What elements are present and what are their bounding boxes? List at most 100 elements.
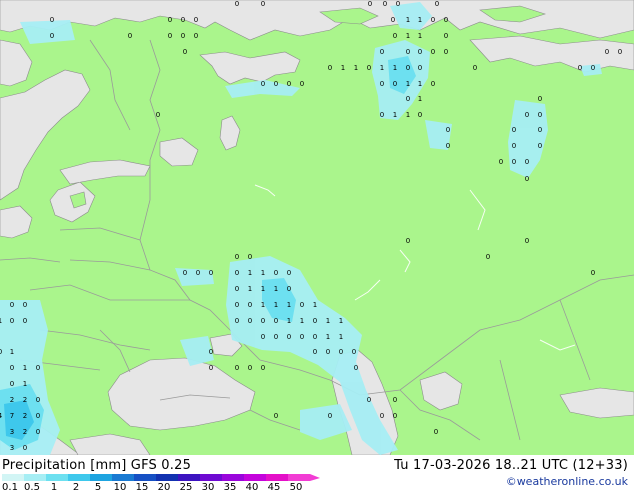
precip-value-label: 0 xyxy=(313,348,317,356)
precip-value-label: 0 xyxy=(36,412,40,420)
precip-value-label: 0 xyxy=(380,48,384,56)
precip-value-label: 1 xyxy=(418,16,422,24)
precip-value-label: 0 xyxy=(367,396,371,404)
scale-tick-label: 50 xyxy=(289,482,303,493)
precip-value-label: 0 xyxy=(168,32,172,40)
precip-value-label: 0 xyxy=(168,16,172,24)
precip-value-label: 1 xyxy=(341,64,345,72)
precip-value-label: 0 xyxy=(261,0,265,8)
precip-value-label: 0 xyxy=(396,0,400,8)
precip-value-label: 0 xyxy=(287,80,291,88)
precip-value-label: 0 xyxy=(486,253,490,261)
scale-segment xyxy=(266,474,288,481)
map-title: Precipitation [mm] GFS 0.25 xyxy=(2,458,192,473)
precip-value-label: 1 xyxy=(418,32,422,40)
precip-value-label: 3 xyxy=(10,444,14,452)
precip-value-label: 0 xyxy=(274,317,278,325)
scale-tick-label: 20 xyxy=(157,482,171,493)
precip-value-label: 0 xyxy=(418,111,422,119)
precip-value-label: 1 xyxy=(248,269,252,277)
precip-value-label: 0 xyxy=(235,253,239,261)
precip-value-label: 0 xyxy=(525,111,529,119)
scale-segment xyxy=(156,474,178,481)
scale-tick-label: 35 xyxy=(223,482,237,493)
precip-value-label: 1 xyxy=(23,364,27,372)
precip-value-label: 0 xyxy=(406,48,410,56)
precip-value-label: 0 xyxy=(473,64,477,72)
scale-arrow xyxy=(310,474,320,481)
precip-value-label: 2 xyxy=(23,412,27,420)
precip-value-label: 0 xyxy=(578,64,582,72)
precip-value-label: 0 xyxy=(444,48,448,56)
precip-value-label: 0 xyxy=(538,95,542,103)
precip-value-label: 2 xyxy=(10,396,14,404)
scale-segment xyxy=(134,474,156,481)
precip-value-label: 0 xyxy=(444,16,448,24)
precip-value-label: 0 xyxy=(300,333,304,341)
precip-value-label: 0 xyxy=(36,428,40,436)
precip-value-label: 0 xyxy=(591,269,595,277)
precip-value-label: 0 xyxy=(50,32,54,40)
precip-value-label: 0 xyxy=(235,317,239,325)
precip-value-label: 0 xyxy=(431,48,435,56)
precip-value-label: 0 xyxy=(538,126,542,134)
precip-value-label: 0 xyxy=(235,285,239,293)
precip-value-label: 1 xyxy=(354,64,358,72)
precip-value-label: 1 xyxy=(274,285,278,293)
precip-value-label: 0 xyxy=(23,444,27,452)
precip-value-label: 0 xyxy=(393,32,397,40)
scale-segment xyxy=(46,474,68,481)
precip-value-label: 0 xyxy=(435,0,439,8)
precip-value-label: 0 xyxy=(287,333,291,341)
precip-value-label: 0 xyxy=(512,142,516,150)
precip-value-label: 0 xyxy=(235,301,239,309)
land-area xyxy=(0,0,634,455)
precip-value-label: 0 xyxy=(367,64,371,72)
precip-value-label: 0 xyxy=(10,380,14,388)
scale-tick-label: 1 xyxy=(50,482,58,493)
precip-value-label: 1 xyxy=(418,95,422,103)
precip-value-label: 0 xyxy=(181,32,185,40)
precip-value-label: 0 xyxy=(525,237,529,245)
scale-tick-label: 10 xyxy=(113,482,127,493)
scale-tick-label: 25 xyxy=(179,482,193,493)
precip-value-label: 0 xyxy=(393,396,397,404)
precip-value-label: 1 xyxy=(261,285,265,293)
precip-value-label: 0 xyxy=(209,364,213,372)
precip-value-label: 0 xyxy=(434,428,438,436)
precip-value-label: 0 xyxy=(261,333,265,341)
precip-value-label: 0 xyxy=(261,317,265,325)
precip-value-label: 0 xyxy=(261,364,265,372)
scale-tick-label: 40 xyxy=(245,482,259,493)
precip-value-label: 0 xyxy=(328,412,332,420)
precip-value-label: 0 xyxy=(248,301,252,309)
precip-value-label: 0 xyxy=(183,269,187,277)
precip-value-label: 0 xyxy=(248,253,252,261)
scale-segment xyxy=(112,474,134,481)
precip-value-label: 0 xyxy=(380,412,384,420)
precip-value-label: 0 xyxy=(274,412,278,420)
precip-value-label: 1 xyxy=(23,380,27,388)
scale-tick-label: 30 xyxy=(201,482,215,493)
precip-value-label: 0 xyxy=(393,80,397,88)
precip-value-label: 0 xyxy=(156,111,160,119)
precip-value-label: 0 xyxy=(538,111,542,119)
precip-value-label: 1 xyxy=(274,301,278,309)
precip-value-label: 1 xyxy=(313,301,317,309)
precip-value-label: 0 xyxy=(406,64,410,72)
credit-link[interactable]: ©weatheronline.co.uk xyxy=(506,475,628,488)
precip-value-label: 0 xyxy=(235,364,239,372)
precip-value-label: 0 xyxy=(431,80,435,88)
precip-value-label: 0 xyxy=(444,32,448,40)
precip-value-label: 2 xyxy=(23,396,27,404)
precip-value-label: 0 xyxy=(446,142,450,150)
scale-segment xyxy=(90,474,112,481)
precip-value-label: 0 xyxy=(618,48,622,56)
precip-value-label: 1 xyxy=(406,111,410,119)
precip-value-label: 1 xyxy=(0,317,2,325)
precip-value-label: 0 xyxy=(235,0,239,8)
precip-value-label: 0 xyxy=(591,64,595,72)
precip-value-label: 0 xyxy=(287,269,291,277)
scale-segment xyxy=(222,474,244,481)
precip-value-label: 1 xyxy=(406,16,410,24)
